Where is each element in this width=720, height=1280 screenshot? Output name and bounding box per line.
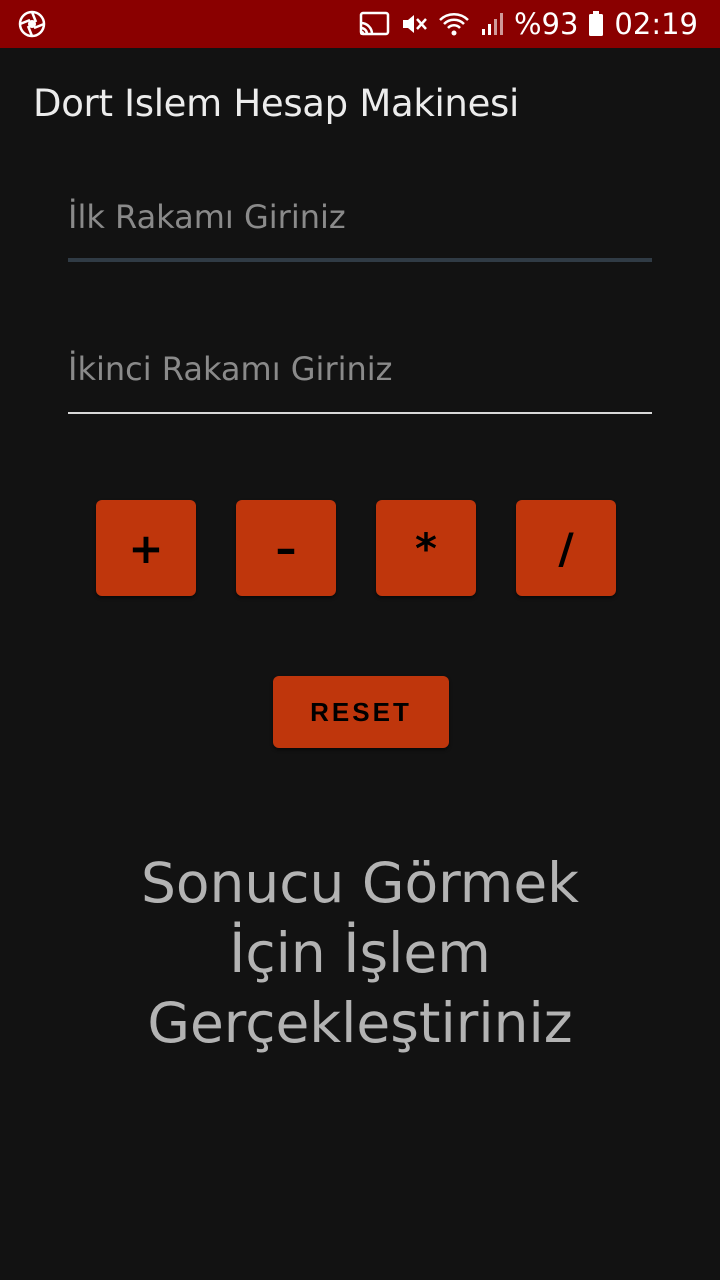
app-title: Dort Islem Hesap Makinesi [33,82,520,125]
cast-icon [359,11,390,36]
mute-icon [402,15,427,33]
battery-icon [589,11,604,36]
subtract-button[interactable]: – [236,500,336,596]
first-number-field[interactable] [68,182,652,262]
signal-icon [481,13,503,35]
first-number-underline [68,258,652,262]
result-text: Sonucu Görmek İçin İşlem Gerçekleştirini… [140,851,580,1055]
status-icons: %93 02:19 [358,0,698,48]
status-time: 02:19 [614,7,698,41]
status-bar: %93 02:19 [0,0,720,48]
divide-button[interactable]: / [516,500,616,596]
multiply-button[interactable]: * [376,500,476,596]
second-number-underline [68,412,652,414]
second-number-field[interactable] [68,334,652,414]
camera-aperture-icon [18,10,46,38]
battery-percent: %93 [513,7,579,41]
wifi-icon [439,13,469,36]
add-button[interactable]: + [96,500,196,596]
first-number-input[interactable] [68,182,652,252]
reset-button[interactable]: RESET [273,676,449,748]
second-number-input[interactable] [68,334,652,404]
